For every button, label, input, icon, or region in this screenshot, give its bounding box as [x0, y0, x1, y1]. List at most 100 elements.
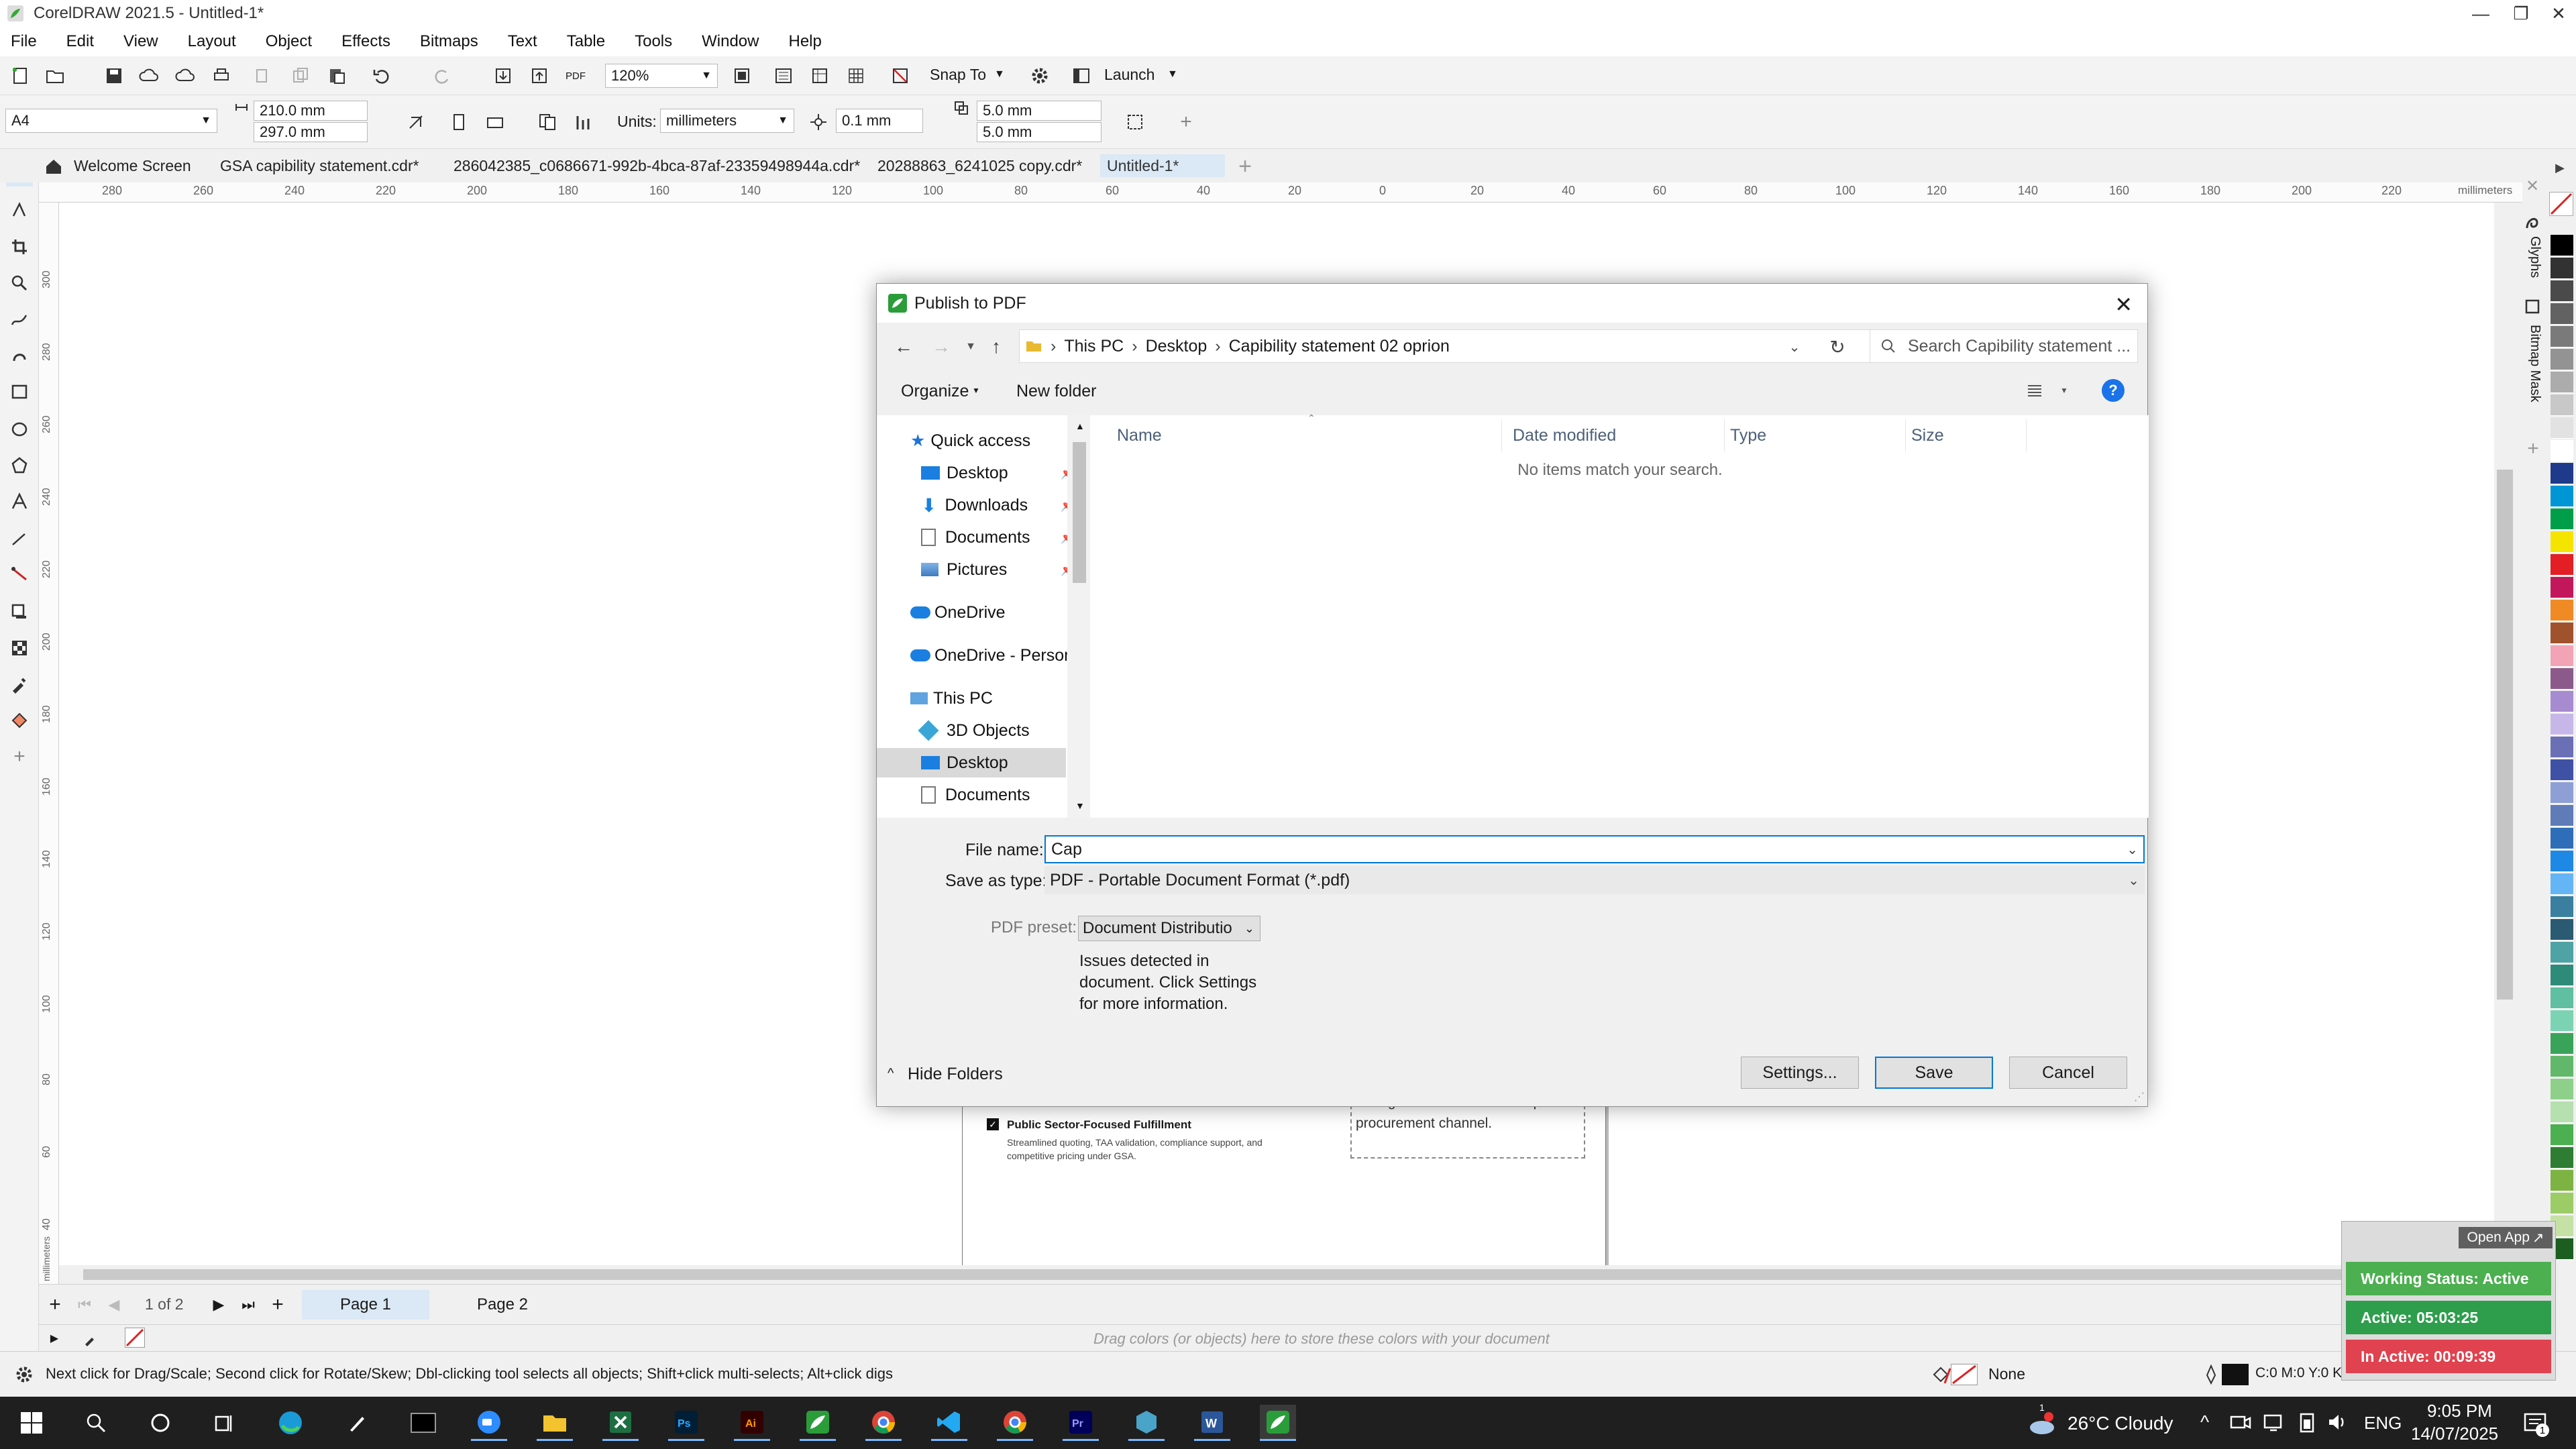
color-swatch[interactable]: [2551, 1056, 2573, 1077]
minimize-button[interactable]: —: [2461, 0, 2501, 27]
landscape-icon[interactable]: [482, 109, 508, 136]
file-explorer-icon[interactable]: [537, 1405, 573, 1441]
battery-icon[interactable]: [2297, 1411, 2317, 1433]
options-gear-icon[interactable]: [1026, 62, 1053, 89]
show-grid-icon[interactable]: [843, 62, 869, 89]
current-page-icon[interactable]: [570, 109, 597, 136]
nav-desktop-selected[interactable]: Desktop: [877, 748, 1066, 777]
cloud-download-icon[interactable]: [172, 62, 199, 89]
color-swatch[interactable]: [2551, 463, 2573, 484]
eyedropper-tool-icon[interactable]: [6, 671, 33, 698]
coreldraw-active-icon[interactable]: [1260, 1405, 1296, 1441]
close-docker-icon[interactable]: ✕: [2522, 176, 2542, 196]
maximize-button[interactable]: ❐: [2501, 0, 2541, 27]
color-swatch[interactable]: [2551, 987, 2573, 1009]
cancel-button[interactable]: Cancel: [2009, 1057, 2127, 1089]
weather-cloud-icon[interactable]: [2026, 1411, 2058, 1436]
copy-icon[interactable]: [287, 62, 314, 89]
settings-button[interactable]: Settings...: [1741, 1057, 1859, 1089]
launch-dropdown[interactable]: Launch: [1104, 66, 1155, 84]
pdf-preset-select[interactable]: Document Distributio ⌄: [1078, 916, 1260, 941]
terminal-icon[interactable]: [405, 1405, 441, 1441]
tray-overflow-icon[interactable]: ^: [2200, 1411, 2209, 1433]
redo-icon[interactable]: [429, 62, 456, 89]
show-rulers-icon[interactable]: [806, 62, 833, 89]
tab-286042385[interactable]: 286042385_c0686671-992b-4bca-87af-233594…: [447, 154, 867, 177]
vertical-scroll-thumb[interactable]: [2497, 470, 2513, 1000]
publish-pdf-icon[interactable]: PDF: [562, 62, 589, 89]
illustrator-icon[interactable]: Ai: [734, 1405, 770, 1441]
color-swatch[interactable]: [2551, 417, 2573, 439]
menu-window[interactable]: Window: [702, 32, 759, 51]
bitmap-mask-docker-tab[interactable]: Bitmap Mask: [2525, 325, 2542, 402]
nav-scroll-thumb[interactable]: [1073, 442, 1086, 583]
interactive-fill-tool-icon[interactable]: [6, 707, 33, 734]
nav-scrollbar[interactable]: ▲ ▼: [1067, 415, 1090, 818]
recent-locations-icon[interactable]: ▼: [957, 333, 984, 360]
close-window-button[interactable]: ✕: [2538, 0, 2576, 27]
organize-button[interactable]: Organize: [901, 382, 969, 401]
chevron-up-icon[interactable]: ^: [888, 1066, 894, 1081]
color-swatch[interactable]: [2551, 623, 2573, 644]
palette-scroll-right-icon[interactable]: ▶: [2546, 161, 2573, 181]
color-swatch[interactable]: [2551, 1010, 2573, 1032]
color-swatch[interactable]: [2551, 258, 2573, 279]
nav-pictures[interactable]: Pictures📌: [877, 555, 1078, 584]
color-swatch[interactable]: [2551, 349, 2573, 370]
search-box[interactable]: Search Capibility statement ...: [1870, 329, 2138, 363]
crop-tool-icon[interactable]: [6, 233, 33, 260]
horizontal-scroll-thumb[interactable]: [83, 1269, 2471, 1280]
duplicate-y-field[interactable]: 5.0 mm: [977, 122, 1102, 142]
color-swatch[interactable]: [2551, 873, 2573, 895]
menu-table[interactable]: Table: [567, 32, 605, 51]
outline-pen-icon[interactable]: [2198, 1361, 2224, 1388]
nav-this-pc[interactable]: This PC: [877, 684, 1078, 713]
shape-tool-icon[interactable]: [6, 196, 33, 223]
column-header-type[interactable]: Type: [1725, 419, 1906, 451]
breadcrumb-current-folder[interactable]: Capibility statement 02 oprion: [1229, 337, 1450, 356]
fill-swatch[interactable]: [1951, 1364, 1978, 1385]
clock-date[interactable]: 14/07/2025: [2411, 1424, 2498, 1444]
clock-time[interactable]: 9:05 PM: [2427, 1401, 2492, 1421]
snap-off-icon[interactable]: [887, 62, 914, 89]
menu-effects[interactable]: Effects: [341, 32, 390, 51]
vscode-icon[interactable]: [931, 1405, 967, 1441]
full-screen-preview-icon[interactable]: [770, 62, 797, 89]
color-swatch[interactable]: [2551, 1079, 2573, 1100]
color-swatch[interactable]: [2551, 577, 2573, 598]
search-icon[interactable]: [78, 1405, 114, 1441]
add-docker-button[interactable]: +: [2524, 437, 2542, 460]
launch-icon[interactable]: [1068, 62, 1095, 89]
horizontal-scrollbar[interactable]: [59, 1265, 2494, 1284]
color-swatch[interactable]: [2551, 394, 2573, 416]
color-swatch[interactable]: [2551, 531, 2573, 553]
treat-as-filled-icon[interactable]: [1122, 109, 1148, 136]
color-swatch[interactable]: [2551, 942, 2573, 963]
save-icon[interactable]: [101, 62, 127, 89]
meet-now-icon[interactable]: [2230, 1413, 2251, 1433]
menu-edit[interactable]: Edit: [66, 32, 94, 51]
color-swatch[interactable]: [2551, 965, 2573, 986]
dialog-close-icon[interactable]: ✕: [2114, 292, 2133, 317]
color-swatch[interactable]: [2551, 1033, 2573, 1055]
color-swatch[interactable]: [2551, 326, 2573, 347]
color-swatch[interactable]: [2551, 851, 2573, 872]
no-color-swatch[interactable]: [125, 1328, 145, 1348]
zoom-to-page-icon[interactable]: [729, 62, 755, 89]
home-icon[interactable]: [40, 153, 67, 180]
nav-desktop-pinned[interactable]: Desktop📌: [877, 458, 1078, 488]
nav-onedrive-personal[interactable]: OneDrive - Person: [877, 641, 1091, 670]
horizontal-ruler[interactable]: 280 260 240 220 200 180 160 140 120 100 …: [47, 182, 2522, 203]
add-button[interactable]: +: [1173, 109, 1199, 136]
premiere-icon[interactable]: Pr: [1063, 1405, 1099, 1441]
forward-arrow-icon[interactable]: →: [928, 333, 955, 360]
coreldraw-app-icon[interactable]: [800, 1405, 836, 1441]
pen-app-icon[interactable]: [339, 1405, 376, 1441]
snap-to-dropdown[interactable]: Snap To: [930, 66, 986, 84]
page-tab-2[interactable]: Page 2: [439, 1290, 566, 1320]
glyphs-icon[interactable]: [2524, 213, 2542, 232]
parallel-dimension-tool-icon[interactable]: [6, 526, 33, 553]
print-icon[interactable]: [208, 62, 235, 89]
refresh-icon[interactable]: ↻: [1824, 333, 1851, 360]
color-swatch[interactable]: [2551, 668, 2573, 690]
